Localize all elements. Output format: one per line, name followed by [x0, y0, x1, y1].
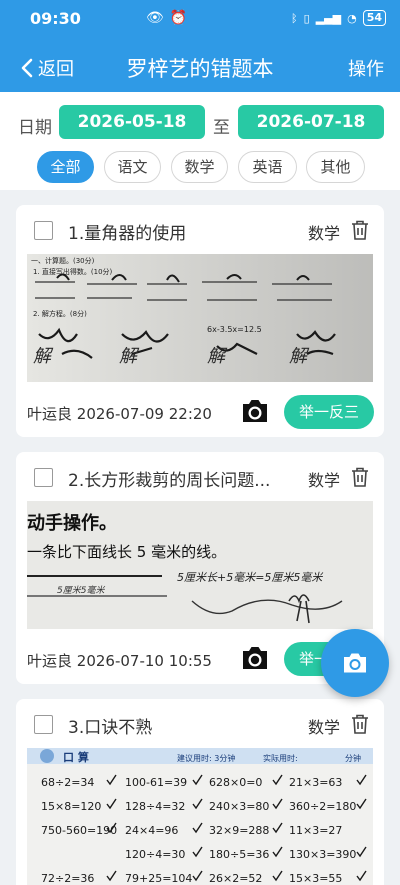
floating-camera-button[interactable]	[321, 629, 389, 697]
worksheet-line: 2. 解方程。(8分)	[33, 309, 87, 318]
camera-icon[interactable]	[240, 397, 270, 425]
similar-practice-button[interactable]: 举一反三	[284, 395, 374, 429]
card-subject: 数学	[307, 471, 340, 490]
page-title: 罗梓艺的错题本	[126, 57, 274, 81]
end-date-button[interactable]: 2026-07-18	[238, 105, 384, 139]
svg-text:解: 解	[289, 346, 310, 367]
trash-icon[interactable]	[350, 219, 370, 241]
author-name: 叶运良	[27, 652, 73, 670]
svg-text:5厘米5毫米: 5厘米5毫米	[57, 585, 105, 596]
arith-item: 180÷5=36	[209, 848, 269, 861]
status-time: 09:30	[30, 9, 81, 28]
worksheet-header: 口 算	[63, 750, 89, 764]
arith-item: 100-61=39	[125, 776, 187, 789]
status-icons-left: 👁 ⏰	[146, 10, 187, 26]
question-photo[interactable]: 一、计算题。(30分) 1. 直接写出得数。(10分) 2. 解方程。(8分) …	[27, 254, 373, 382]
arith-item: 68÷2=34	[41, 776, 94, 789]
battery-icon: 54	[362, 10, 386, 26]
card-subject: 数学	[307, 224, 340, 243]
vibrate-icon: ▯	[303, 11, 310, 25]
arith-item: 15×3=55	[289, 872, 342, 885]
arith-item: 130×3=390	[289, 848, 356, 861]
card-subject: 数学	[307, 718, 340, 737]
svg-text:解: 解	[207, 346, 228, 367]
arith-item: 72÷2=36	[41, 872, 94, 885]
arith-item: 26×2=52	[209, 872, 262, 885]
arith-item: 11×3=27	[289, 824, 342, 837]
alarm-icon: ⏰	[169, 10, 188, 26]
record-datetime: 2026-07-10 10:55	[76, 652, 212, 670]
operations-button[interactable]: 操作	[348, 55, 384, 81]
filter-chip-other[interactable]: 其他	[306, 151, 365, 183]
camera-icon	[344, 653, 366, 673]
start-date-button[interactable]: 2026-05-18	[59, 105, 205, 139]
card-title: 2.长方形裁剪的周长问题...	[68, 471, 271, 491]
worksheet-line: 1. 直接写出得数。(10分)	[33, 267, 113, 276]
camera-icon[interactable]	[240, 644, 270, 672]
select-checkbox[interactable]	[34, 715, 53, 734]
select-checkbox[interactable]	[34, 468, 53, 487]
arith-item: 15×8=120	[41, 800, 101, 813]
trash-icon[interactable]	[350, 713, 370, 735]
arith-item: 360÷2=180	[289, 800, 356, 813]
arith-item: 628×0=0	[209, 776, 262, 789]
worksheet-header: 实际用时:	[263, 753, 298, 763]
arith-item: 120÷4=30	[125, 848, 185, 861]
worksheet-line: 5厘米长+5毫米=5厘米5毫米	[177, 571, 323, 584]
filter-chip-math[interactable]: 数学	[171, 151, 228, 183]
signal-icon: ▂▄▆	[315, 11, 342, 25]
date-label: 日期	[18, 118, 52, 138]
question-photo[interactable]: 动手操作。 一条比下面线长 5 毫米的线。 5厘米5毫米 5厘米长+5毫米=5厘…	[27, 501, 373, 629]
card-title: 3.口诀不熟	[68, 718, 153, 738]
filter-chip-chinese[interactable]: 语文	[104, 151, 161, 183]
svg-text:解: 解	[119, 346, 140, 367]
card-title: 1.量角器的使用	[68, 224, 187, 244]
svg-text:解: 解	[33, 346, 54, 367]
worksheet-line: 一条比下面线长 5 毫米的线。	[27, 543, 226, 561]
worksheet-header: 分钟	[345, 753, 361, 763]
arith-item: 24×4=96	[125, 824, 178, 837]
arith-item: 21×3=63	[289, 776, 342, 789]
author-name: 叶运良	[27, 405, 73, 423]
status-icons-right: ᛒ ▯ ▂▄▆ ◔ 54	[291, 10, 386, 26]
status-bar: 09:30 👁 ⏰ ᛒ ▯ ▂▄▆ ◔ 54	[0, 0, 400, 40]
card-author-time: 叶运良 2026-07-09 22:20	[27, 403, 212, 424]
worksheet-header: 建议用时: 3分钟	[177, 753, 235, 763]
arith-item: 32×9=288	[209, 824, 269, 837]
record-datetime: 2026-07-09 22:20	[76, 405, 212, 423]
question-photo[interactable]: 口 算 建议用时: 3分钟 实际用时: 分钟 68÷2=34 100-61=39…	[27, 748, 373, 885]
filter-chip-english[interactable]: 英语	[238, 151, 297, 183]
worksheet-line: 一、计算题。(30分)	[31, 256, 95, 265]
nav-bar: 返回 罗梓艺的错题本 操作	[0, 40, 400, 92]
worksheet-line: 动手操作。	[27, 512, 117, 534]
eye-icon: 👁	[146, 10, 164, 26]
to-label: 至	[213, 118, 230, 138]
arith-item: 750-560=190	[41, 824, 117, 837]
filter-chip-all[interactable]: 全部	[37, 151, 94, 183]
mistake-card[interactable]: 3.口诀不熟 数学 口 算 建议用时: 3分钟 实际用时: 分钟 68÷2=34…	[16, 699, 384, 885]
wifi-icon: ◔	[347, 11, 357, 25]
arith-item: 128÷4=32	[125, 800, 185, 813]
filter-panel: 日期 2026-05-18 至 2026-07-18 全部 语文 数学 英语 其…	[0, 92, 400, 190]
select-checkbox[interactable]	[34, 221, 53, 240]
arith-item: 240×3=80	[209, 800, 269, 813]
worksheet-line: 6x-3.5x=12.5	[207, 325, 262, 334]
bluetooth-icon: ᛒ	[291, 11, 298, 25]
arith-item: 79+25=104	[125, 872, 192, 885]
mistake-card[interactable]: 1.量角器的使用 数学 一、计算题。(30分) 1. 直接写出得数。(10分) …	[16, 205, 384, 437]
trash-icon[interactable]	[350, 466, 370, 488]
card-author-time: 叶运良 2026-07-10 10:55	[27, 650, 212, 671]
